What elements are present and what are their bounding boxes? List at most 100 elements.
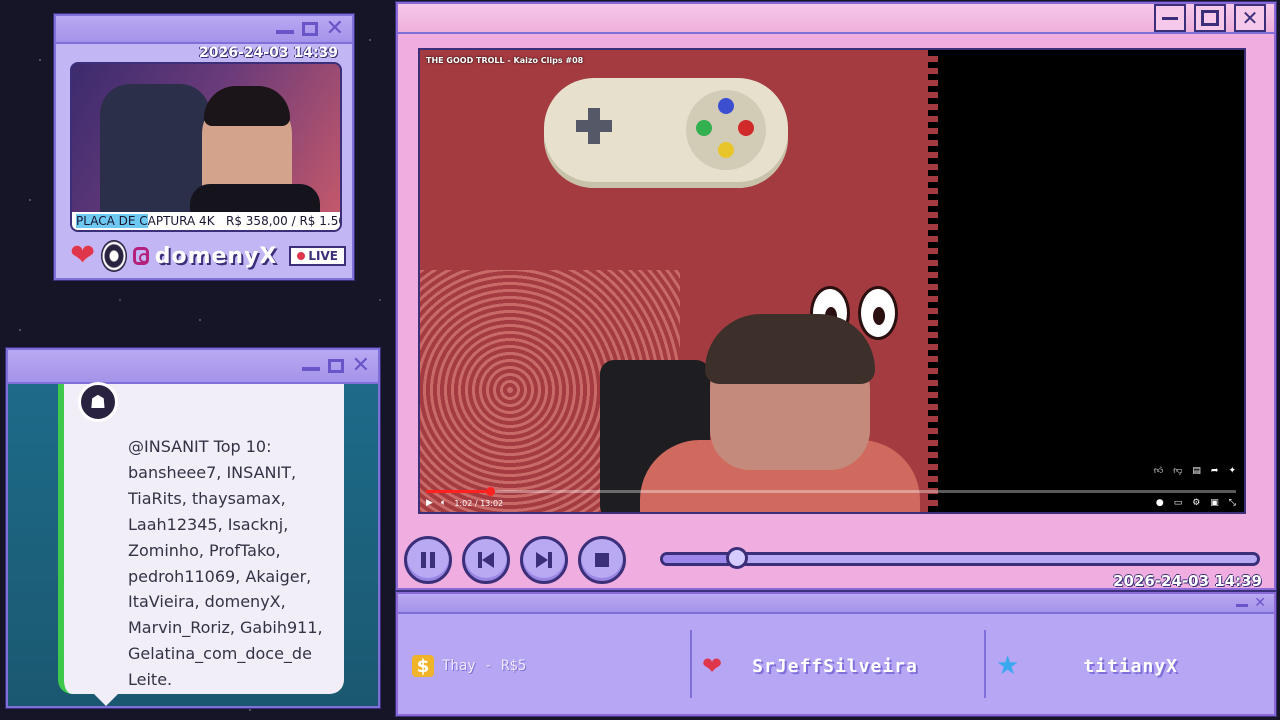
vinyl-icon [101,240,128,272]
seek-handle[interactable] [726,547,749,569]
dpad-graphic [576,108,612,144]
autoplay-icon[interactable]: ● [1156,498,1164,508]
star-icon: ★ [996,651,1020,681]
close-button[interactable]: ✕ [1254,596,1266,610]
chat-line: Laah12345, Isacknj, [128,514,289,534]
previous-icon [478,552,494,568]
close-icon: ✕ [1241,6,1259,30]
minimize-icon [1162,16,1178,20]
heart-icon: ❤ [70,238,96,273]
next-button[interactable] [520,536,568,584]
chat-message: @INSANIT Top 10: bansheee7, INSANIT, TiaRi… [128,434,328,693]
ticker-highlight: PLACA DE C [76,214,148,228]
seek-slider[interactable] [660,547,1260,569]
maximize-icon [327,359,344,373]
like-icon[interactable]: 👍︎ [1154,466,1163,476]
live-dot-icon [297,252,306,260]
chat-line: TiaRits, thaysamax, [128,488,286,508]
subscriber-name: titianyX [1083,655,1179,677]
chat-bubble-tail [94,694,118,706]
webcam-feed: PLACA DE CAPTURA 4K R$ 358,00 / R$ 1.500… [70,62,342,232]
video-player[interactable]: THE GOOD TROLL - Kaizo Clips #08 👍︎ 👎︎ ▤… [418,48,1246,514]
chat-line: Marvin_Roriz, Gabih911, [128,618,323,638]
pause-icon [421,552,435,568]
face-buttons-graphic [686,90,766,170]
tip-text: Thay - R$5 [442,658,527,674]
maximize-button[interactable] [1194,4,1226,32]
close-icon: ✕ [1254,595,1266,611]
yellow-button-graphic [718,142,734,158]
stop-icon [595,553,609,567]
fullscreen-icon[interactable]: ⤡ [1229,498,1236,508]
chat-window: ✕ ☗ @INSANIT Top 10: bansheee7, INSANIT, T… [6,348,380,708]
alerts-window: ✕ $ Thay - R$5 ❤ SrJeffSilveira ★ titian… [396,592,1276,716]
video-controls: ▶ 🔈︎ 1:02 / 13:02 ● ▭ ⚙ ▣ ⤡ [426,496,1236,510]
subtitles-icon[interactable]: ▭ [1174,498,1183,508]
minimize-button[interactable] [301,361,320,371]
play-icon[interactable]: ▶ [426,498,433,508]
streamer-hair [204,86,290,126]
bot-avatar-icon: ☗ [78,382,118,422]
close-button[interactable]: ✕ [352,355,370,377]
webcam-titlebar: ✕ [56,16,352,44]
latest-subscriber: ★ titianyX [996,614,1178,718]
video-controls-right: ● ▭ ⚙ ▣ ⤡ [1156,498,1236,508]
ticker-text: APTURA 4K R$ 358,00 / R$ 1.500,00 [147,214,340,228]
settings-gear-icon[interactable]: ⚙ [1192,498,1200,508]
chat-line: @INSANIT Top 10: [128,437,272,456]
live-badge: LIVE [289,246,346,266]
green-button-graphic [696,120,712,136]
divider [984,630,986,698]
minimize-button[interactable] [1236,600,1249,607]
comment-icon[interactable]: ▤ [1192,466,1201,476]
chat-message-card: ☗ @INSANIT Top 10: bansheee7, INSANIT, Tia… [58,382,344,706]
video-facecam [600,314,920,512]
volume-icon[interactable]: 🔈︎ [441,498,446,508]
stop-button[interactable] [578,536,626,584]
snes-controller-image [544,78,788,188]
next-icon [536,552,552,568]
maximize-button[interactable] [301,22,318,36]
progress-scrubber[interactable] [485,487,495,496]
video-titlebar: ✕ [398,4,1274,34]
latest-follower: ❤ SrJeffSilveira [702,614,918,718]
minimize-icon [301,367,320,371]
divider [690,630,692,698]
close-icon: ✕ [351,353,370,378]
dislike-icon[interactable]: 👎︎ [1173,466,1182,476]
video-progress-bar[interactable] [426,487,1236,496]
chat-line: Gelatina_com_doce_de [128,644,312,664]
minimize-icon [275,30,294,34]
video-actions: 👍︎ 👎︎ ▤ ➦ ✦ [1154,466,1236,476]
close-icon: ✕ [325,16,344,41]
video-title[interactable]: THE GOOD TROLL - Kaizo Clips #08 [426,56,583,65]
webcam-window: ✕ 2026-24-03 14:39 PLACA DE C APTURA 4K R… [54,14,354,280]
maximize-button[interactable] [327,359,344,373]
red-button-graphic [738,120,754,136]
video-time: 1:02 / 13:02 [454,498,504,508]
alerts-titlebar: ✕ [398,594,1274,614]
heart-icon: ❤ [702,652,723,680]
chat-line: pedroh11069, Akaiger, [128,566,312,586]
chat-line: Zominho, ProfTako, [128,540,281,560]
video-window: ✕ THE GOOD TROLL - Kaizo Clips #08 👍︎ 👎︎… [396,2,1276,590]
dollar-icon: $ [412,655,434,677]
minimize-button[interactable] [1154,4,1186,32]
maximize-icon [301,22,318,36]
goal-ticker: PLACA DE CAPTURA 4K R$ 358,00 / R$ 1.500… [72,212,340,230]
blue-button-graphic [718,98,734,114]
share-icon[interactable]: ➦ [1211,466,1219,476]
previous-button[interactable] [462,536,510,584]
close-button[interactable]: ✕ [1234,4,1266,32]
chat-line: Leite. [128,670,173,690]
webcam-footer: ❤ domenyX LIVE [70,238,346,274]
close-button[interactable]: ✕ [326,18,344,40]
pause-button[interactable] [404,536,452,584]
sparkle-icon[interactable]: ✦ [1228,466,1236,476]
minimize-icon [1236,603,1249,607]
cast-icon[interactable]: ▣ [1210,498,1219,508]
minimize-button[interactable] [275,24,294,34]
video-window-timestamp: 2026-24-03 14:39 [1113,572,1262,590]
chat-line: ItaVieira, domenyX, [128,592,286,612]
maximize-icon [1201,10,1219,26]
